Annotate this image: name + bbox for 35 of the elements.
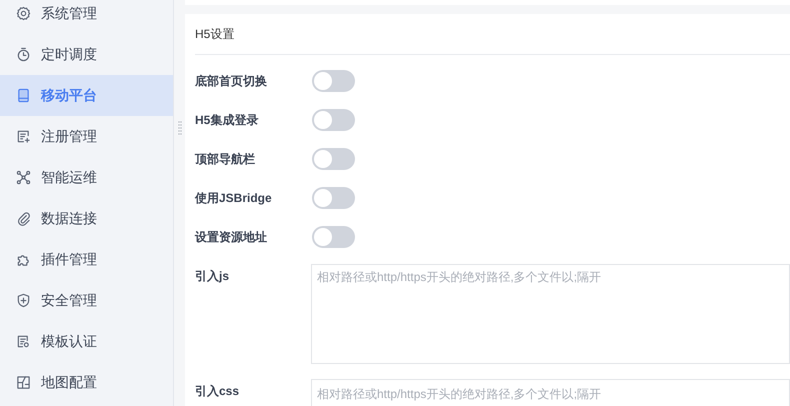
sidebar-item[interactable]: 地图配置 <box>0 362 173 403</box>
sidebar-item[interactable]: 插件管理 <box>0 239 173 280</box>
textarea-field[interactable]: 相对路径或http/https开头的绝对路径,多个文件以;隔开 <box>311 264 790 364</box>
doc-icon <box>16 334 31 349</box>
form-icon <box>16 129 31 144</box>
sidebar-item[interactable]: 智能运维 <box>0 157 173 198</box>
tablet-icon <box>16 88 31 103</box>
toggle-switch[interactable] <box>312 108 355 130</box>
clip-icon <box>16 211 31 226</box>
panel-title: H5设置 <box>195 26 234 43</box>
drag-handle-icon[interactable] <box>178 121 182 135</box>
toggle-switch[interactable] <box>312 148 355 170</box>
setting-label: 使用JSBridge <box>195 190 273 206</box>
sidebar-item[interactable]: 模板认证 <box>0 321 173 362</box>
toggle-switch[interactable] <box>312 226 355 248</box>
network-icon <box>16 170 31 185</box>
sidebar-item[interactable]: 定时调度 <box>0 34 173 75</box>
setting-label: 底部首页切换 <box>195 72 268 90</box>
field-label: 引入css <box>195 383 240 400</box>
timer-icon <box>16 47 31 62</box>
input-field[interactable]: 相对路径或http/https开头的绝对路径,多个文件以;隔开 <box>311 379 790 406</box>
sidebar-item[interactable]: 系统管理 <box>0 0 173 34</box>
setting-label: 设置资源地址 <box>195 228 268 246</box>
map-icon <box>16 375 31 390</box>
puzzle-icon <box>16 252 31 267</box>
sidebar-item[interactable]: 注册管理 <box>0 116 173 157</box>
setting-label: 顶部导航栏 <box>195 150 256 168</box>
sidebar-item[interactable]: 安全管理 <box>0 280 173 321</box>
shield-icon <box>16 293 31 308</box>
toggle-switch[interactable] <box>312 70 355 92</box>
setting-label: H5集成登录 <box>195 112 260 128</box>
sidebar-item[interactable]: 数据连接 <box>0 198 173 239</box>
toggle-switch[interactable] <box>312 186 355 208</box>
field-label: 引入js <box>195 268 230 285</box>
gear-icon <box>16 6 31 21</box>
